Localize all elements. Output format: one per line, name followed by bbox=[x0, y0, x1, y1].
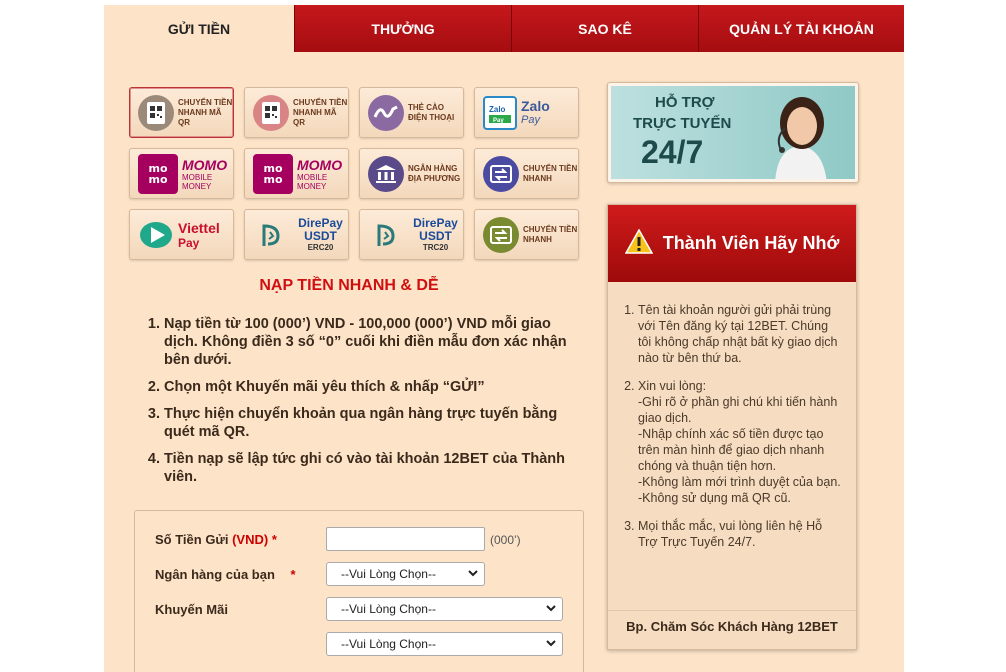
step-item: Nạp tiền từ 100 (000’) VND - 100,000 (00… bbox=[164, 315, 576, 369]
payment-fast-transfer-2[interactable]: CHUYỂN TIỀN NHANH bbox=[474, 209, 579, 260]
bank-icon bbox=[368, 155, 404, 192]
payment-sub: MOBILE MONEY bbox=[182, 172, 213, 191]
payment-local-bank[interactable]: NGÂN HÀNG ĐỊA PHƯƠNG bbox=[359, 148, 464, 199]
payment-label: CHUYỂN TIỀN NHANH MÃ QR bbox=[293, 97, 348, 127]
promo-select-2[interactable]: --Vui Lòng Chọn-- bbox=[326, 632, 563, 656]
amount-currency: (VND) bbox=[232, 532, 269, 547]
momo-icon: mo mo bbox=[253, 153, 293, 194]
svg-text:Pay: Pay bbox=[493, 118, 504, 124]
payment-name: Viettel bbox=[178, 219, 220, 236]
notice-item: Mọi thắc mắc, vui lòng liên hệ Hỗ Trợ Tr… bbox=[638, 518, 842, 550]
payment-name: MOMO bbox=[182, 156, 228, 173]
qr-icon bbox=[253, 94, 289, 131]
payment-sub: Pay bbox=[521, 114, 540, 126]
support-banner[interactable]: HỖ TRỢ TRỰC TUYẾN 24/7 bbox=[607, 82, 859, 183]
direpay-icon bbox=[368, 217, 404, 253]
payment-sub: Pay bbox=[178, 235, 200, 250]
bank-select-value: --Vui Lòng Chọn-- bbox=[341, 567, 436, 581]
required-mark: * bbox=[290, 567, 296, 582]
payment-direpay-erc20[interactable]: DirePay USDT ERC20 bbox=[244, 209, 349, 260]
payment-sub: ERC20 bbox=[307, 243, 334, 252]
deposit-steps: Nạp tiền từ 100 (000’) VND - 100,000 (00… bbox=[146, 315, 576, 495]
payment-viettel-pay[interactable]: Viettel Pay bbox=[129, 209, 234, 260]
support-line-1: HỖ TRỢ bbox=[655, 94, 715, 111]
promo-select-value: --Vui Lòng Chọn-- bbox=[341, 637, 436, 651]
payment-label: Viettel Pay bbox=[178, 220, 220, 250]
page-title: NẠP TIỀN NHANH & DỄ bbox=[259, 277, 439, 294]
payment-label: MOMO MOBILE MONEY bbox=[297, 157, 348, 191]
payment-name: Zalo bbox=[521, 98, 550, 114]
tab-bar: GỬI TIỀN THƯỞNG SAO KÊ QUẢN LÝ TÀI KHOẢN bbox=[104, 5, 904, 52]
payment-name: DirePay USDT bbox=[413, 216, 458, 243]
payment-label: NGÂN HÀNG ĐỊA PHƯƠNG bbox=[408, 163, 461, 183]
support-line-3: 24/7 bbox=[641, 134, 704, 170]
payment-sub: MOBILE MONEY bbox=[297, 172, 328, 191]
tab-account-management[interactable]: QUẢN LÝ TÀI KHOẢN bbox=[698, 5, 904, 52]
payment-momo-2[interactable]: mo mo MOMO MOBILE MONEY bbox=[244, 148, 349, 199]
payment-label: CHUYỂN TIỀN NHANH MÃ QR bbox=[178, 97, 233, 127]
notice-footer: Bp. Chăm Sóc Khách Hàng 12BET bbox=[608, 610, 856, 634]
payment-fast-transfer-1[interactable]: CHUYỂN TIỀN NHANH bbox=[474, 148, 579, 199]
phone-card-icon bbox=[368, 94, 404, 131]
payment-name: DirePay USDT bbox=[298, 216, 343, 243]
payment-label: CHUYỂN TIỀN NHANH bbox=[523, 163, 578, 183]
notice-header: Thành Viên Hãy Nhớ bbox=[608, 205, 856, 282]
qr-icon bbox=[138, 94, 174, 131]
tab-bonus[interactable]: THƯỞNG bbox=[294, 5, 511, 52]
promo-select-1[interactable]: --Vui Lòng Chọn-- bbox=[326, 597, 563, 621]
amount-label: Số Tiền Gửi (VND) * bbox=[155, 532, 277, 547]
support-line-2: TRỰC TUYẾN bbox=[633, 115, 732, 132]
zalo-pay-icon: Zalo Pay bbox=[483, 95, 517, 130]
payment-qr-transfer-1[interactable]: CHUYỂN TIỀN NHANH MÃ QR bbox=[129, 87, 234, 138]
deposit-form: Số Tiền Gửi (VND) * (000’) Ngân hàng của… bbox=[134, 510, 584, 672]
viettel-pay-icon bbox=[138, 217, 174, 253]
tab-deposit[interactable]: GỬI TIỀN bbox=[104, 5, 294, 52]
amount-input[interactable] bbox=[326, 527, 485, 551]
deposit-page: GỬI TIỀN THƯỞNG SAO KÊ QUẢN LÝ TÀI KHOẢN… bbox=[104, 5, 904, 672]
fast-transfer-icon bbox=[483, 155, 519, 192]
notice-item: Tên tài khoản người gửi phải trùng với T… bbox=[638, 302, 842, 366]
payment-sub: TRC20 bbox=[422, 243, 449, 252]
momo-icon: mo mo bbox=[138, 153, 178, 194]
support-agent-icon bbox=[775, 97, 827, 179]
warning-icon bbox=[624, 227, 654, 259]
payment-qr-transfer-2[interactable]: CHUYỂN TIỀN NHANH MÃ QR bbox=[244, 87, 349, 138]
payment-phone-card[interactable]: THẺ CÀO ĐIỆN THOẠI bbox=[359, 87, 464, 138]
payment-label: MOMO MOBILE MONEY bbox=[182, 157, 233, 191]
bank-label: Ngân hàng của bạn * bbox=[155, 567, 296, 582]
amount-label-text: Số Tiền Gửi bbox=[155, 532, 229, 547]
payment-label: CHUYỂN TIỀN NHANH bbox=[523, 224, 578, 244]
chevron-down-icon bbox=[546, 603, 556, 616]
member-notice-panel: Thành Viên Hãy Nhớ Tên tài khoản người g… bbox=[607, 204, 857, 650]
notice-list: Tên tài khoản người gửi phải trùng với T… bbox=[608, 282, 856, 550]
payment-label: DirePay USDT ERC20 bbox=[293, 216, 348, 253]
svg-text:Zalo: Zalo bbox=[489, 105, 506, 114]
chevron-down-icon bbox=[468, 568, 478, 581]
payment-label: Zalo Pay bbox=[521, 98, 550, 127]
support-banner-image: HỖ TRỢ TRỰC TUYẾN 24/7 bbox=[611, 86, 855, 179]
payment-name: MOMO bbox=[297, 156, 343, 173]
chevron-down-icon bbox=[546, 638, 556, 651]
tab-statement[interactable]: SAO KÊ bbox=[511, 5, 698, 52]
payment-label: THẺ CÀO ĐIỆN THOẠI bbox=[408, 102, 455, 122]
payment-direpay-trc20[interactable]: DirePay USDT TRC20 bbox=[359, 209, 464, 260]
payment-label: DirePay USDT TRC20 bbox=[408, 216, 463, 253]
bank-select[interactable]: --Vui Lòng Chọn-- bbox=[326, 562, 485, 586]
step-item: Thực hiện chuyển khoản qua ngân hàng trự… bbox=[164, 405, 576, 441]
promo-label: Khuyến Mãi bbox=[155, 602, 228, 617]
payment-zalo-pay[interactable]: Zalo Pay Zalo Pay bbox=[474, 87, 579, 138]
direpay-icon bbox=[253, 217, 289, 253]
payment-momo-1[interactable]: mo mo MOMO MOBILE MONEY bbox=[129, 148, 234, 199]
amount-unit: (000’) bbox=[490, 533, 521, 547]
fast-transfer-icon bbox=[483, 216, 519, 253]
required-mark: * bbox=[271, 532, 277, 547]
notice-title: Thành Viên Hãy Nhớ bbox=[662, 233, 840, 253]
promo-select-value: --Vui Lòng Chọn-- bbox=[341, 602, 436, 616]
step-item: Chọn một Khuyến mãi yêu thích & nhấp “GỬ… bbox=[164, 378, 576, 396]
notice-item: Xin vui lòng: -Ghi rõ ở phần ghi chú khi… bbox=[638, 378, 842, 506]
step-item: Tiền nạp sẽ lập tức ghi có vào tài khoản… bbox=[164, 450, 576, 486]
bank-label-text: Ngân hàng của bạn bbox=[155, 567, 275, 582]
